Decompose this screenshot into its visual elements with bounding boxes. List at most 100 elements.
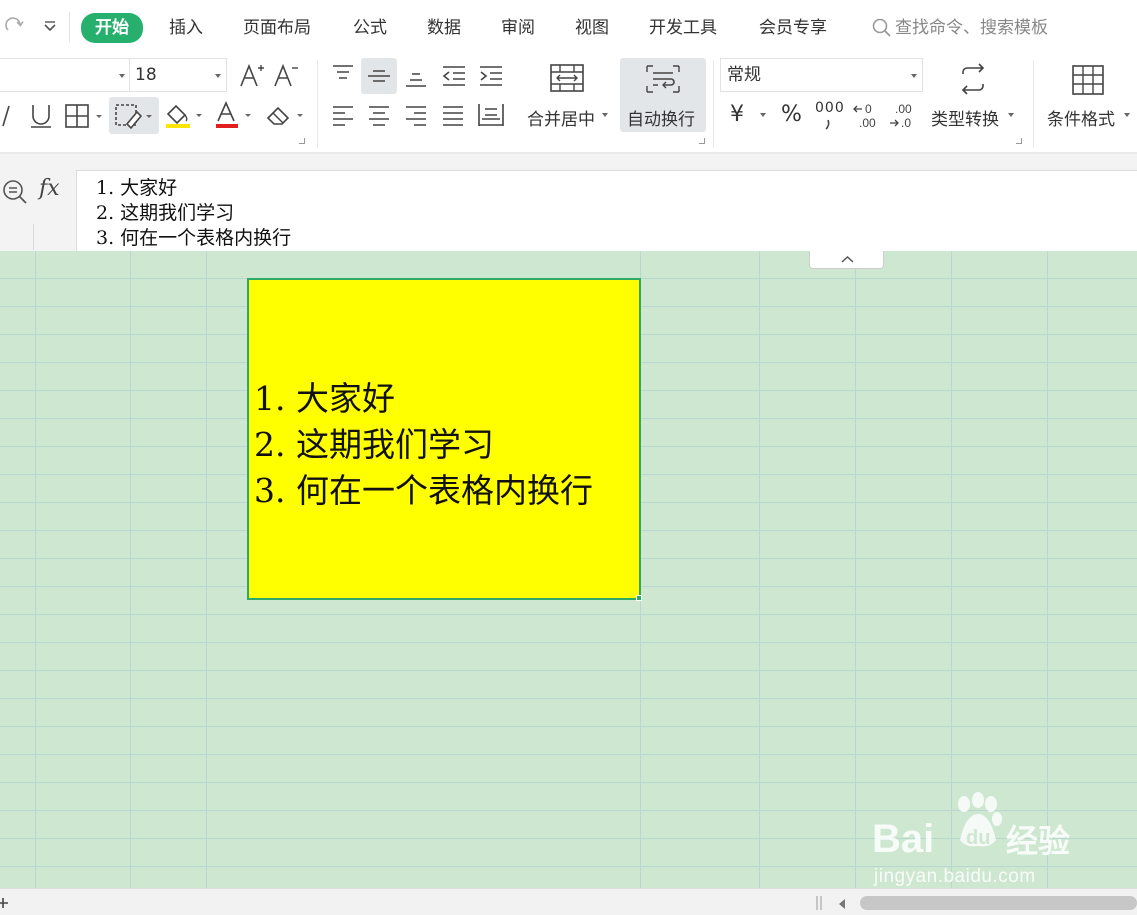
- merge-center-icon[interactable]: [548, 62, 586, 98]
- cell-line-2: 2. 这期我们学习: [254, 425, 494, 464]
- tab-review[interactable]: 审阅: [501, 15, 535, 41]
- tab-insert[interactable]: 插入: [169, 15, 203, 41]
- conditional-format-label: 条件格式: [1047, 110, 1115, 130]
- command-search[interactable]: 查找命令、搜索模板: [871, 14, 1048, 42]
- align-right-icon[interactable]: [402, 102, 430, 134]
- search-placeholder: 查找命令、搜索模板: [895, 18, 1048, 38]
- currency-dropdown-icon[interactable]: [760, 113, 766, 117]
- scroll-split-handle[interactable]: [814, 895, 824, 915]
- svg-text:.00: .00: [859, 116, 876, 130]
- number-format-value: 常规: [727, 65, 761, 85]
- font-name-dropdown-icon[interactable]: [119, 74, 125, 78]
- formula-line-1: 1. 大家好: [96, 177, 178, 199]
- tab-home[interactable]: 开始: [81, 13, 143, 43]
- comma-icon: [824, 116, 832, 135]
- svg-text:.0: .0: [901, 116, 911, 130]
- fill-color-icon[interactable]: [163, 100, 207, 134]
- font-dialog-launcher-icon[interactable]: [299, 138, 305, 144]
- merge-center-button[interactable]: 合并居中: [527, 105, 595, 130]
- cell-line-1: 1. 大家好: [254, 379, 395, 418]
- borders-icon[interactable]: [64, 102, 104, 134]
- gridline: [206, 251, 207, 888]
- align-left-icon[interactable]: [329, 102, 357, 134]
- decrease-font-size-icon[interactable]: [272, 62, 300, 94]
- gridline: [130, 251, 131, 888]
- conditional-format-icon[interactable]: [1071, 64, 1105, 100]
- increase-indent-icon[interactable]: [476, 62, 506, 94]
- conditional-format-dropdown-icon[interactable]: [1124, 113, 1130, 117]
- add-sheet-icon[interactable]: [0, 894, 12, 915]
- conditional-format-button[interactable]: 条件格式: [1047, 105, 1115, 130]
- redo-icon[interactable]: [2, 14, 26, 38]
- font-name-select[interactable]: [0, 58, 129, 92]
- selected-merged-cell[interactable]: 1. 大家好 2. 这期我们学习 3. 何在一个表格内换行: [247, 278, 641, 600]
- cell-content: 1. 大家好 2. 这期我们学习 3. 何在一个表格内换行: [254, 376, 593, 514]
- font-size-select[interactable]: 18: [129, 58, 227, 92]
- tab-member[interactable]: 会员专享: [759, 15, 827, 41]
- watermark-url: jingyan.baidu.com: [874, 866, 1036, 887]
- type-convert-button[interactable]: 类型转换: [931, 105, 999, 130]
- tab-data[interactable]: 数据: [427, 15, 461, 41]
- cell-line-3: 3. 何在一个表格内换行: [254, 471, 593, 510]
- percent-format-button[interactable]: %: [781, 102, 802, 127]
- svg-text:经验: 经验: [1006, 822, 1070, 860]
- formula-input[interactable]: 1. 大家好 2. 这期我们学习 3. 何在一个表格内换行: [76, 170, 1137, 251]
- search-icon: [872, 18, 891, 37]
- divider: [69, 12, 70, 42]
- insert-function-icon[interactable]: fx: [39, 176, 60, 201]
- currency-symbol: ¥: [730, 102, 744, 127]
- horizontal-scrollbar[interactable]: [860, 896, 1137, 910]
- underline-icon[interactable]: [28, 102, 54, 134]
- number-format-select[interactable]: 常规: [720, 58, 923, 92]
- zoom-icon[interactable]: [1, 178, 29, 210]
- formula-line-2: 2. 这期我们学习: [96, 202, 235, 224]
- merge-center-label: 合并居中: [527, 110, 595, 130]
- gridline: [759, 251, 760, 888]
- tab-page-layout[interactable]: 页面布局: [243, 15, 311, 41]
- thousands-separator-button[interactable]: 000: [815, 100, 845, 116]
- format-painter-icon[interactable]: [113, 102, 157, 134]
- type-convert-dropdown-icon[interactable]: [1008, 113, 1014, 117]
- svg-text:0: 0: [865, 102, 872, 116]
- wrap-text-icon[interactable]: [645, 62, 681, 100]
- font-color-icon[interactable]: [213, 100, 257, 134]
- menu-bar: 开始 插入 页面布局 公式 数据 审阅 视图 开发工具 会员专享 查找命令、搜索…: [0, 0, 1137, 54]
- merge-center-dropdown-icon[interactable]: [602, 113, 608, 117]
- svg-text:du: du: [966, 827, 990, 849]
- tab-view[interactable]: 视图: [575, 15, 609, 41]
- justify-icon[interactable]: [439, 102, 467, 134]
- type-convert-icon[interactable]: [955, 62, 991, 100]
- increase-decimal-icon[interactable]: 0.00: [852, 101, 882, 135]
- number-format-dropdown-icon[interactable]: [911, 74, 917, 78]
- divider: [33, 224, 34, 250]
- decrease-decimal-icon[interactable]: .00.0: [888, 101, 918, 135]
- formula-line-3: 3. 何在一个表格内换行: [96, 227, 292, 249]
- italic-icon[interactable]: [0, 103, 14, 133]
- number-dialog-launcher-icon[interactable]: [1016, 138, 1022, 144]
- tab-formulas[interactable]: 公式: [353, 15, 387, 41]
- alignment-dialog-launcher-icon[interactable]: [699, 138, 705, 144]
- ribbon-divider: [317, 60, 318, 148]
- svg-text:Bai: Bai: [872, 817, 934, 861]
- font-size-dropdown-icon[interactable]: [215, 74, 221, 78]
- tab-developer[interactable]: 开发工具: [649, 15, 717, 41]
- distributed-align-icon[interactable]: [476, 101, 506, 133]
- increase-font-size-icon[interactable]: [238, 62, 266, 94]
- quick-access-dropdown-icon[interactable]: [38, 16, 62, 40]
- decrease-indent-icon[interactable]: [439, 62, 469, 94]
- align-middle-icon[interactable]: [365, 64, 393, 92]
- fill-handle[interactable]: [636, 595, 642, 601]
- scroll-left-icon[interactable]: [836, 896, 848, 915]
- percent-symbol: %: [781, 102, 802, 127]
- wrap-text-label: 自动换行: [627, 110, 695, 130]
- collapse-ribbon-button[interactable]: [809, 251, 884, 269]
- ribbon-divider: [713, 60, 714, 148]
- currency-format-button[interactable]: ¥: [730, 102, 744, 127]
- align-center-icon[interactable]: [365, 102, 393, 134]
- align-top-icon[interactable]: [329, 62, 357, 90]
- align-bottom-icon[interactable]: [402, 64, 430, 94]
- font-size-value: 18: [135, 65, 157, 85]
- clear-format-icon[interactable]: [264, 100, 308, 134]
- svg-text:.00: .00: [895, 102, 912, 116]
- thousands-symbol: 000: [815, 100, 845, 116]
